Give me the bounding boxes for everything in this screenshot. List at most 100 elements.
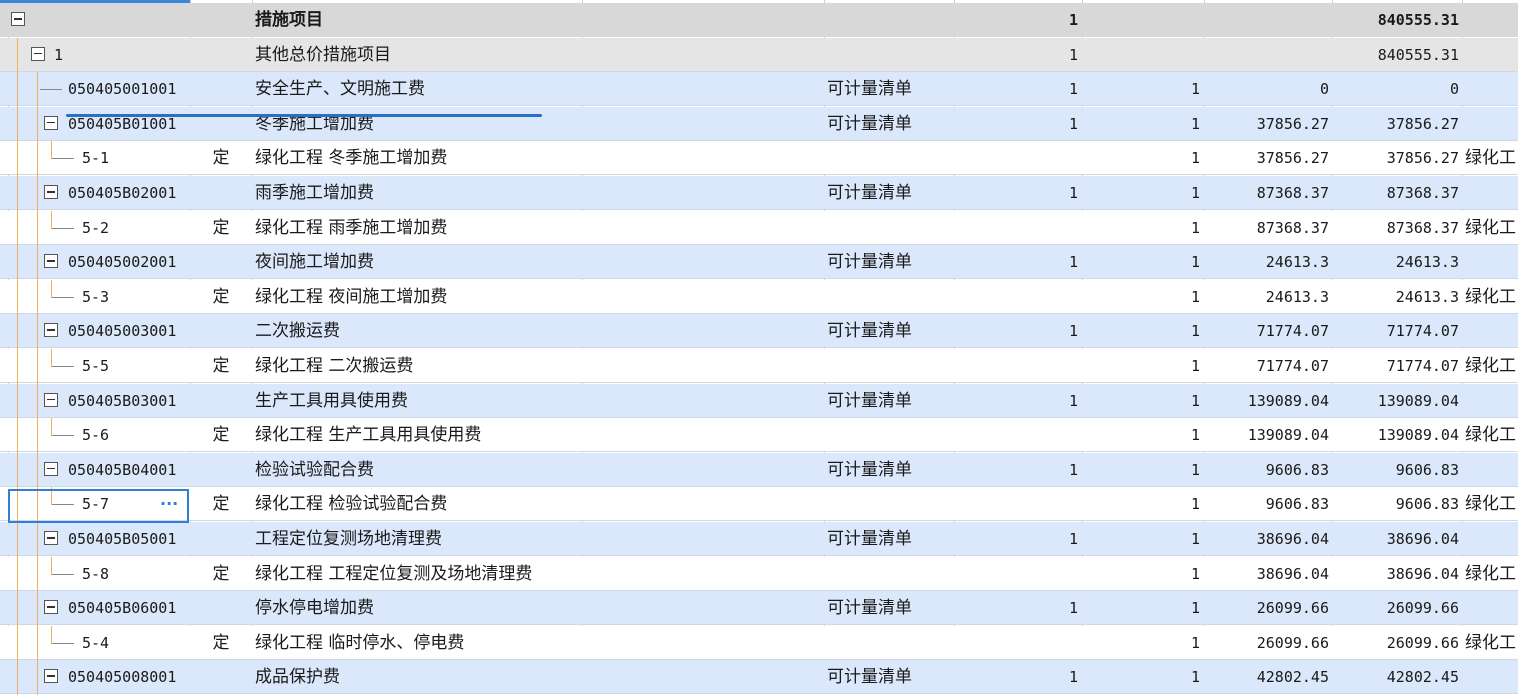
quantity-cell[interactable]: 1: [1082, 626, 1204, 660]
quantity-cell[interactable]: 1: [1082, 314, 1204, 348]
remark-cell[interactable]: [1462, 453, 1518, 487]
remark-cell[interactable]: [1462, 245, 1518, 279]
quantity-cell[interactable]: 1: [1082, 245, 1204, 279]
type-cell[interactable]: [190, 38, 252, 72]
remark-cell[interactable]: [1462, 107, 1518, 141]
group-row[interactable]: 措施项目 1 840555.31: [0, 3, 1518, 37]
name-cell[interactable]: 绿化工程 生产工具用具使用费: [252, 418, 824, 452]
category-cell[interactable]: 可计量清单: [824, 591, 954, 625]
bill-row[interactable]: 050405B02001 雨季施工增加费 可计量清单 1 1 87368.37 87368.…: [0, 176, 1518, 211]
category-cell[interactable]: [824, 3, 954, 37]
code-cell[interactable]: 050405B01001: [8, 107, 190, 141]
total-cell[interactable]: 9606.83: [1332, 453, 1462, 487]
name-cell[interactable]: 检验试验配合费: [252, 453, 824, 487]
unit-qty-cell[interactable]: 1: [954, 3, 1082, 37]
type-cell[interactable]: 定: [190, 141, 252, 175]
collapse-toggle-icon[interactable]: [44, 185, 58, 199]
unit-qty-cell[interactable]: 1: [954, 453, 1082, 487]
quota-row[interactable]: 5-4 定绿化工程 临时停水、停电费 1 26099.66 26099.66 绿化工: [0, 625, 1518, 661]
type-cell[interactable]: 定: [190, 280, 252, 314]
bill-row[interactable]: 050405B01001 冬季施工增加费 可计量清单 1 1 37856.27 37856.…: [0, 106, 1518, 142]
total-cell[interactable]: 71774.07: [1332, 349, 1462, 383]
cell-more-button[interactable]: ···: [160, 489, 178, 523]
quantity-cell[interactable]: [1082, 3, 1204, 37]
quota-row[interactable]: 5-1 定绿化工程 冬季施工增加费 1 37856.27 37856.27 绿化工: [0, 141, 1518, 177]
code-cell[interactable]: 5-1: [8, 141, 190, 175]
total-cell[interactable]: 26099.66: [1332, 626, 1462, 660]
bill-row[interactable]: 050405003001 二次搬运费 可计量清单 1 1 71774.07 71774.07: [0, 314, 1518, 350]
quantity-cell[interactable]: 1: [1082, 280, 1204, 314]
remark-cell[interactable]: [1462, 176, 1518, 210]
unit-qty-cell[interactable]: [954, 280, 1082, 314]
collapse-toggle-icon[interactable]: [44, 600, 58, 615]
remark-cell[interactable]: [1462, 72, 1518, 106]
unit-price-cell[interactable]: 71774.07: [1204, 314, 1332, 348]
type-cell[interactable]: 定: [190, 349, 252, 383]
unit-qty-cell[interactable]: 1: [954, 591, 1082, 625]
quantity-cell[interactable]: 1: [1082, 418, 1204, 452]
type-cell[interactable]: [190, 72, 252, 106]
quantity-cell[interactable]: 1: [1082, 176, 1204, 210]
remark-cell[interactable]: [1462, 660, 1518, 694]
total-cell[interactable]: 87368.37: [1332, 176, 1462, 210]
unit-price-cell[interactable]: 37856.27: [1204, 141, 1332, 175]
name-cell[interactable]: 工程定位复测场地清理费: [252, 522, 824, 556]
unit-price-cell[interactable]: 9606.83: [1204, 487, 1332, 521]
name-cell[interactable]: 绿化工程 夜间施工增加费: [252, 280, 824, 314]
category-cell[interactable]: 可计量清单: [824, 660, 954, 694]
bill-row[interactable]: 050405B06001 停水停电增加费 可计量清单 1 1 26099.66 26099.…: [0, 591, 1518, 627]
unit-price-cell[interactable]: 38696.04: [1204, 522, 1332, 556]
remark-cell[interactable]: [1462, 38, 1518, 72]
unit-price-cell[interactable]: 0: [1204, 72, 1332, 106]
name-cell[interactable]: 其他总价措施项目: [252, 38, 824, 72]
category-cell[interactable]: [824, 211, 954, 245]
category-cell[interactable]: [824, 557, 954, 591]
code-cell[interactable]: 050405B05001: [8, 522, 190, 556]
unit-price-cell[interactable]: [1204, 38, 1332, 72]
total-cell[interactable]: 87368.37: [1332, 211, 1462, 245]
name-cell[interactable]: 二次搬运费: [252, 314, 824, 348]
unit-qty-cell[interactable]: 1: [954, 384, 1082, 418]
type-cell[interactable]: [190, 245, 252, 279]
remark-cell[interactable]: 绿化工: [1462, 141, 1518, 175]
code-cell[interactable]: 5-8: [8, 557, 190, 591]
quantity-cell[interactable]: [1082, 38, 1204, 72]
unit-price-cell[interactable]: [1204, 3, 1332, 37]
collapse-toggle-icon[interactable]: [31, 46, 45, 61]
collapse-toggle-icon[interactable]: [44, 323, 58, 338]
name-cell[interactable]: 绿化工程 检验试验配合费: [252, 487, 824, 521]
bill-row[interactable]: 050405B03001 生产工具用具使用费 可计量清单 1 1 139089.04 139…: [0, 383, 1518, 419]
quantity-cell[interactable]: 1: [1082, 72, 1204, 106]
name-cell[interactable]: 绿化工程 临时停水、停电费: [252, 626, 824, 660]
code-cell[interactable]: 5-2: [8, 211, 190, 245]
type-cell[interactable]: [190, 453, 252, 487]
type-cell[interactable]: 定: [190, 487, 252, 521]
total-cell[interactable]: 840555.31: [1332, 3, 1462, 37]
collapse-toggle-icon[interactable]: [11, 12, 25, 26]
total-cell[interactable]: 840555.31: [1332, 38, 1462, 72]
code-cell[interactable]: 5-3: [8, 280, 190, 314]
quota-row[interactable]: 5-2 定绿化工程 雨季施工增加费 1 87368.37 87368.37 绿化工: [0, 210, 1518, 246]
unit-qty-cell[interactable]: [954, 349, 1082, 383]
quantity-cell[interactable]: 1: [1082, 211, 1204, 245]
unit-qty-cell[interactable]: 1: [954, 245, 1082, 279]
remark-cell[interactable]: 绿化工: [1462, 418, 1518, 452]
remark-cell[interactable]: 绿化工: [1462, 349, 1518, 383]
quantity-cell[interactable]: 1: [1082, 453, 1204, 487]
type-cell[interactable]: 定: [190, 557, 252, 591]
name-cell[interactable]: 成品保护费: [252, 660, 824, 694]
name-cell[interactable]: 夜间施工增加费: [252, 245, 824, 279]
total-cell[interactable]: 37856.27: [1332, 107, 1462, 141]
code-cell[interactable]: 5-5: [8, 349, 190, 383]
quota-row[interactable]: 5-7 定绿化工程 检验试验配合费 1 9606.83 9606.83 绿化工: [0, 487, 1518, 523]
unit-qty-cell[interactable]: 1: [954, 660, 1082, 694]
unit-price-cell[interactable]: 87368.37: [1204, 176, 1332, 210]
collapse-toggle-icon[interactable]: [44, 531, 58, 545]
remark-cell[interactable]: [1462, 384, 1518, 418]
unit-price-cell[interactable]: 71774.07: [1204, 349, 1332, 383]
code-cell[interactable]: 050405002001: [8, 245, 190, 279]
unit-price-cell[interactable]: 38696.04: [1204, 557, 1332, 591]
collapse-toggle-icon[interactable]: [44, 461, 58, 476]
unit-qty-cell[interactable]: [954, 487, 1082, 521]
type-cell[interactable]: 定: [190, 626, 252, 660]
